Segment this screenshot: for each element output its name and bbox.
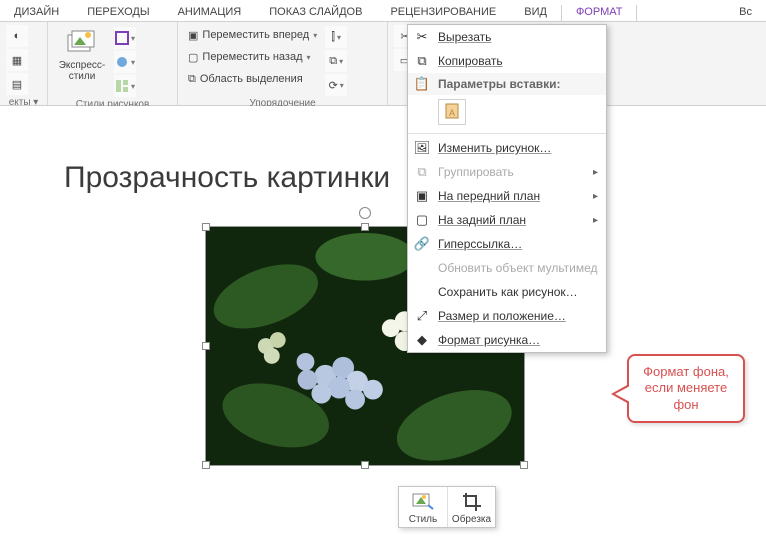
ctx-hyperlink[interactable]: 🔗 Гиперссылка… [408,232,606,256]
mini-crop-button[interactable]: Обрезка [447,487,495,527]
slide-title[interactable]: Прозрачность картинки [64,161,390,195]
resize-handle-sw[interactable] [202,461,210,469]
context-menu: ✂ Вырезать ⧉ Копировать 📋 Параметры вста… [407,24,607,353]
mini-crop-label: Обрезка [452,514,491,525]
callout-line2: если меняете [645,380,727,395]
resize-handle-se[interactable] [520,461,528,469]
ctx-update-media: Обновить объект мультимед [408,256,606,280]
paste-icon: 📋 [414,76,430,92]
resize-handle-w[interactable] [202,342,210,350]
express-styles-icon [66,27,98,59]
selection-pane-button[interactable]: ⧉ Область выделения [184,69,321,89]
paste-option-keep[interactable]: A [438,99,466,125]
ctx-save-as-picture[interactable]: Сохранить как рисунок… [408,280,606,304]
ctx-cut[interactable]: ✂ Вырезать [408,25,606,49]
rotate-button[interactable]: ⟳ [325,74,347,96]
send-backward-icon: ▢ [188,51,198,64]
resize-handle-n[interactable] [361,223,369,231]
color-icon[interactable]: ▦ [6,49,28,71]
annotation-callout: Формат фона, если меняете фон [627,354,745,423]
callout-line3: фон [673,397,698,412]
svg-text:A: A [449,108,455,118]
tab-partial[interactable]: Вс [725,3,766,21]
copy-icon: ⧉ [414,53,430,69]
tab-slideshow[interactable]: ПОКАЗ СЛАЙДОВ [255,3,376,21]
bring-front-icon: ▣ [414,188,430,204]
tab-transitions[interactable]: ПЕРЕХОДЫ [73,3,163,21]
ctx-change-picture[interactable]: 🖼 Изменить рисунок… [408,136,606,160]
tab-view[interactable]: ВИД [510,3,561,21]
mini-toolbar: Стиль Обрезка [398,486,496,528]
resize-handle-nw[interactable] [202,223,210,231]
ribbon-group-effects: ◐ ▦ ▤ екты ▾ [0,22,48,105]
ctx-group: ⧉ Группировать [408,160,606,184]
ctx-copy[interactable]: ⧉ Копировать [408,49,606,73]
resize-handle-s[interactable] [361,461,369,469]
ctx-paste-options: A [408,95,606,131]
ribbon-tabs: ДИЗАЙН ПЕРЕХОДЫ АНИМАЦИЯ ПОКАЗ СЛАЙДОВ Р… [0,0,766,22]
ribbon-group-arrange: ▣ Переместить вперед ▾ ▢ Переместить наз… [178,22,388,105]
ctx-format-picture[interactable]: ◆ Формат рисунка… [408,328,606,352]
group-icon: ⧉ [414,164,430,180]
picture-effects-button[interactable] [114,51,136,73]
ribbon-group-styles: Экспресс- стили Стили рисунков [48,22,178,105]
bring-forward-icon: ▣ [188,29,198,42]
hyperlink-icon: 🔗 [414,236,430,252]
send-backward-button[interactable]: ▢ Переместить назад ▾ [184,47,321,67]
slide-canvas[interactable]: Прозрачность картинки [0,106,766,556]
tab-format[interactable]: ФОРМАТ [562,3,637,21]
change-picture-icon: 🖼 [414,140,430,156]
ribbon: ◐ ▦ ▤ екты ▾ Экспресс- стили [0,22,766,106]
style-icon [411,490,435,512]
mini-style-label: Стиль [409,514,437,525]
picture-border-button[interactable] [114,27,136,49]
tab-design[interactable]: ДИЗАЙН [0,3,73,21]
picture-layout-button[interactable] [114,75,136,97]
align-button[interactable]: ⫿ [325,26,347,48]
express-styles-label: Экспресс- стили [59,61,106,82]
selection-pane-icon: ⧉ [188,73,196,86]
send-back-icon: ▢ [414,212,430,228]
tab-divider [636,5,637,21]
group-button[interactable]: ⧉ [325,50,347,72]
tab-animation[interactable]: АНИМАЦИЯ [164,3,256,21]
ctx-bring-front[interactable]: ▣ На передний план [408,184,606,208]
crop-icon [460,490,484,512]
cut-icon: ✂ [414,29,430,45]
corrections-icon[interactable]: ◐ [6,25,28,47]
size-position-icon: ⤢ [414,308,430,324]
callout-line1: Формат фона, [643,364,729,379]
ctx-send-back[interactable]: ▢ На задний план [408,208,606,232]
format-picture-icon: ◆ [414,332,430,348]
artistic-icon[interactable]: ▤ [6,73,28,95]
tab-review[interactable]: РЕЦЕНЗИРОВАНИЕ [376,3,510,21]
callout-box: Формат фона, если меняете фон [627,354,745,423]
rotate-handle[interactable] [359,207,371,219]
mini-style-button[interactable]: Стиль [399,487,447,527]
bring-forward-button[interactable]: ▣ Переместить вперед ▾ [184,25,321,45]
ctx-size-position[interactable]: ⤢ Размер и положение… [408,304,606,328]
express-styles-button[interactable]: Экспресс- стили [54,25,110,84]
ctx-paste-header: 📋 Параметры вставки: [408,73,606,95]
